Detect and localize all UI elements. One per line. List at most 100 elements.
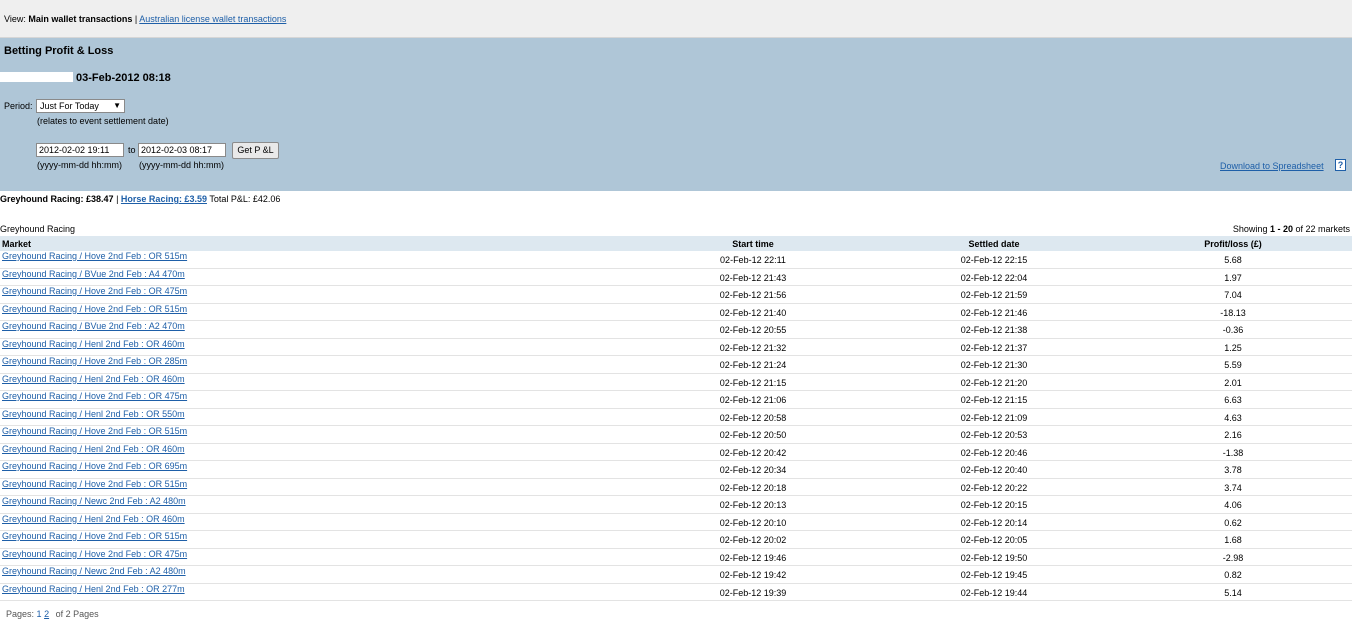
- market-link[interactable]: Greyhound Racing / Hove 2nd Feb : OR 475…: [2, 286, 187, 296]
- settled-date-cell: 02-Feb-12 22:15: [960, 255, 1028, 265]
- profit-loss-cell: 7.04: [1224, 290, 1242, 300]
- market-link[interactable]: Greyhound Racing / Henl 2nd Feb : OR 460…: [2, 444, 185, 454]
- start-time-cell: 02-Feb-12 20:18: [719, 482, 787, 493]
- pl-summary: Greyhound Racing: £38.47 | Horse Racing:…: [0, 194, 280, 204]
- start-time-cell: 02-Feb-12 20:50: [719, 430, 787, 440]
- download-spreadsheet-link[interactable]: Download to Spreadsheet: [1220, 161, 1324, 171]
- market-link[interactable]: Greyhound Racing / Henl 2nd Feb : OR 550…: [2, 409, 185, 419]
- page-2-link[interactable]: 2: [44, 609, 49, 619]
- settled-date-cell: 02-Feb-12 21:46: [960, 307, 1028, 318]
- get-pl-button[interactable]: Get P &L: [232, 142, 279, 159]
- market-link[interactable]: Greyhound Racing / Newc 2nd Feb : A2 480…: [2, 496, 186, 506]
- view-bar: View: Main wallet transactions | Austral…: [0, 0, 1352, 38]
- view-separator: |: [134, 14, 138, 24]
- header-start-time[interactable]: Start time: [732, 239, 774, 249]
- profit-loss-cell: -0.36: [1222, 325, 1244, 335]
- table-row: Greyhound Racing / BVue 2nd Feb : A2 470…: [0, 321, 1352, 339]
- greyhound-total: Greyhound Racing: £38.47: [0, 194, 114, 204]
- profit-loss-cell: 5.59: [1224, 360, 1242, 370]
- profit-loss-cell: 6.63: [1224, 395, 1242, 405]
- settled-date-cell: 02-Feb-12 20:40: [960, 465, 1028, 475]
- from-date-input[interactable]: 2012-02-02 19:11: [36, 143, 124, 157]
- view-label: View:: [4, 14, 26, 24]
- table-row: Greyhound Racing / Henl 2nd Feb : OR 277…: [0, 584, 1352, 601]
- help-icon[interactable]: ?: [1335, 159, 1346, 171]
- table-row: Greyhound Racing / Hove 2nd Feb : OR 515…: [0, 251, 1352, 269]
- profit-loss-cell: 1.25: [1224, 342, 1242, 353]
- start-time-cell: 02-Feb-12 19:42: [719, 570, 787, 580]
- showing-prefix: Showing: [1232, 224, 1270, 234]
- profit-loss-cell: 2.01: [1224, 377, 1242, 388]
- start-time-cell: 02-Feb-12 20:55: [719, 325, 787, 335]
- australian-wallet-link[interactable]: Australian license wallet transactions: [139, 14, 286, 24]
- market-link[interactable]: Greyhound Racing / BVue 2nd Feb : A2 470…: [2, 321, 185, 331]
- start-time-cell: 02-Feb-12 21:24: [719, 360, 787, 370]
- showing-count: Showing 1 - 20 of 22 markets: [1233, 224, 1350, 234]
- table-body: Greyhound Racing / Hove 2nd Feb : OR 515…: [0, 251, 1352, 601]
- start-time-cell: 02-Feb-12 21:15: [719, 377, 787, 388]
- market-link[interactable]: Greyhound Racing / Hove 2nd Feb : OR 475…: [2, 391, 187, 401]
- header-settled-date[interactable]: Settled date: [968, 239, 1019, 249]
- market-link[interactable]: Greyhound Racing / Hove 2nd Feb : OR 515…: [2, 426, 187, 436]
- showing-range: 1 - 20: [1269, 224, 1293, 234]
- table-row: Greyhound Racing / BVue 2nd Feb : A4 470…: [0, 269, 1352, 286]
- showing-suffix: of 22 markets: [1292, 224, 1350, 234]
- pages-label: Pages:: [6, 609, 35, 619]
- pages-suffix: of 2 Pages: [55, 609, 99, 619]
- start-time-cell: 02-Feb-12 20:10: [719, 517, 787, 528]
- market-link[interactable]: Greyhound Racing / Hove 2nd Feb : OR 475…: [2, 549, 187, 559]
- market-link[interactable]: Greyhound Racing / Hove 2nd Feb : OR 515…: [2, 479, 187, 489]
- to-date-input[interactable]: 2012-02-03 08:17: [138, 143, 226, 157]
- profit-loss-cell: 5.68: [1224, 255, 1242, 265]
- profit-loss-cell: -18.13: [1220, 307, 1246, 318]
- market-link[interactable]: Greyhound Racing / Henl 2nd Feb : OR 460…: [2, 339, 185, 349]
- settled-date-cell: 02-Feb-12 21:20: [960, 377, 1028, 388]
- header-profit-loss[interactable]: Profit/loss (£): [1204, 239, 1262, 249]
- market-link[interactable]: Greyhound Racing / Hove 2nd Feb : OR 285…: [2, 356, 187, 366]
- settled-date-cell: 02-Feb-12 19:45: [960, 570, 1028, 580]
- dropdown-arrow-icon: ▼: [113, 101, 121, 110]
- table-row: Greyhound Racing / Hove 2nd Feb : OR 475…: [0, 391, 1352, 409]
- market-link[interactable]: Greyhound Racing / Henl 2nd Feb : OR 460…: [2, 374, 185, 384]
- from-format-hint: (yyyy-mm-dd hh:mm): [37, 160, 122, 170]
- profit-loss-cell: 5.14: [1224, 587, 1242, 598]
- start-time-cell: 02-Feb-12 21:06: [719, 395, 787, 405]
- settled-date-cell: 02-Feb-12 20:15: [960, 500, 1028, 510]
- profit-loss-cell: 3.74: [1224, 482, 1242, 493]
- period-select[interactable]: Just For Today ▼: [36, 99, 125, 113]
- table-row: Greyhound Racing / Henl 2nd Feb : OR 460…: [0, 374, 1352, 391]
- table-row: Greyhound Racing / Hove 2nd Feb : OR 515…: [0, 531, 1352, 549]
- header-market[interactable]: Market: [2, 239, 31, 249]
- start-time-cell: 02-Feb-12 19:46: [719, 552, 787, 563]
- table-row: Greyhound Racing / Hove 2nd Feb : OR 285…: [0, 356, 1352, 374]
- start-time-cell: 02-Feb-12 21:32: [719, 342, 787, 353]
- page-title: Betting Profit & Loss: [4, 45, 114, 57]
- summary-separator: |: [116, 194, 119, 204]
- settled-date-cell: 02-Feb-12 20:22: [960, 482, 1028, 493]
- profit-loss-cell: 0.62: [1224, 517, 1242, 528]
- market-link[interactable]: Greyhound Racing / Newc 2nd Feb : A2 480…: [2, 566, 186, 576]
- market-link[interactable]: Greyhound Racing / Hove 2nd Feb : OR 515…: [2, 251, 187, 261]
- pl-filter-panel: Betting Profit & Loss 03-Feb-2012 08:18 …: [0, 38, 1352, 191]
- section-label: Greyhound Racing: [0, 224, 76, 234]
- current-datetime: 03-Feb-2012 08:18: [76, 72, 171, 84]
- settled-date-cell: 02-Feb-12 22:04: [960, 272, 1028, 283]
- start-time-cell: 02-Feb-12 20:34: [719, 465, 787, 475]
- horse-racing-link[interactable]: Horse Racing: £3.59: [121, 194, 207, 204]
- table-row: Greyhound Racing / Henl 2nd Feb : OR 460…: [0, 514, 1352, 531]
- market-link[interactable]: Greyhound Racing / Henl 2nd Feb : OR 460…: [2, 514, 185, 524]
- market-link[interactable]: Greyhound Racing / Hove 2nd Feb : OR 515…: [2, 531, 187, 541]
- profit-loss-cell: 4.06: [1224, 500, 1242, 510]
- market-link[interactable]: Greyhound Racing / Hove 2nd Feb : OR 695…: [2, 461, 187, 471]
- settled-date-cell: 02-Feb-12 19:50: [960, 552, 1028, 563]
- profit-loss-cell: 2.16: [1224, 430, 1242, 440]
- market-link[interactable]: Greyhound Racing / Hove 2nd Feb : OR 515…: [2, 304, 187, 314]
- start-time-cell: 02-Feb-12 21:56: [719, 290, 787, 300]
- settled-date-cell: 02-Feb-12 20:46: [960, 447, 1028, 458]
- market-link[interactable]: Greyhound Racing / Henl 2nd Feb : OR 277…: [2, 584, 185, 594]
- settled-date-cell: 02-Feb-12 20:53: [960, 430, 1028, 440]
- settled-date-cell: 02-Feb-12 21:15: [960, 395, 1028, 405]
- settled-date-cell: 02-Feb-12 21:37: [960, 342, 1028, 353]
- pagination: Pages: 1 2 of 2 Pages: [6, 609, 99, 619]
- market-link[interactable]: Greyhound Racing / BVue 2nd Feb : A4 470…: [2, 269, 185, 279]
